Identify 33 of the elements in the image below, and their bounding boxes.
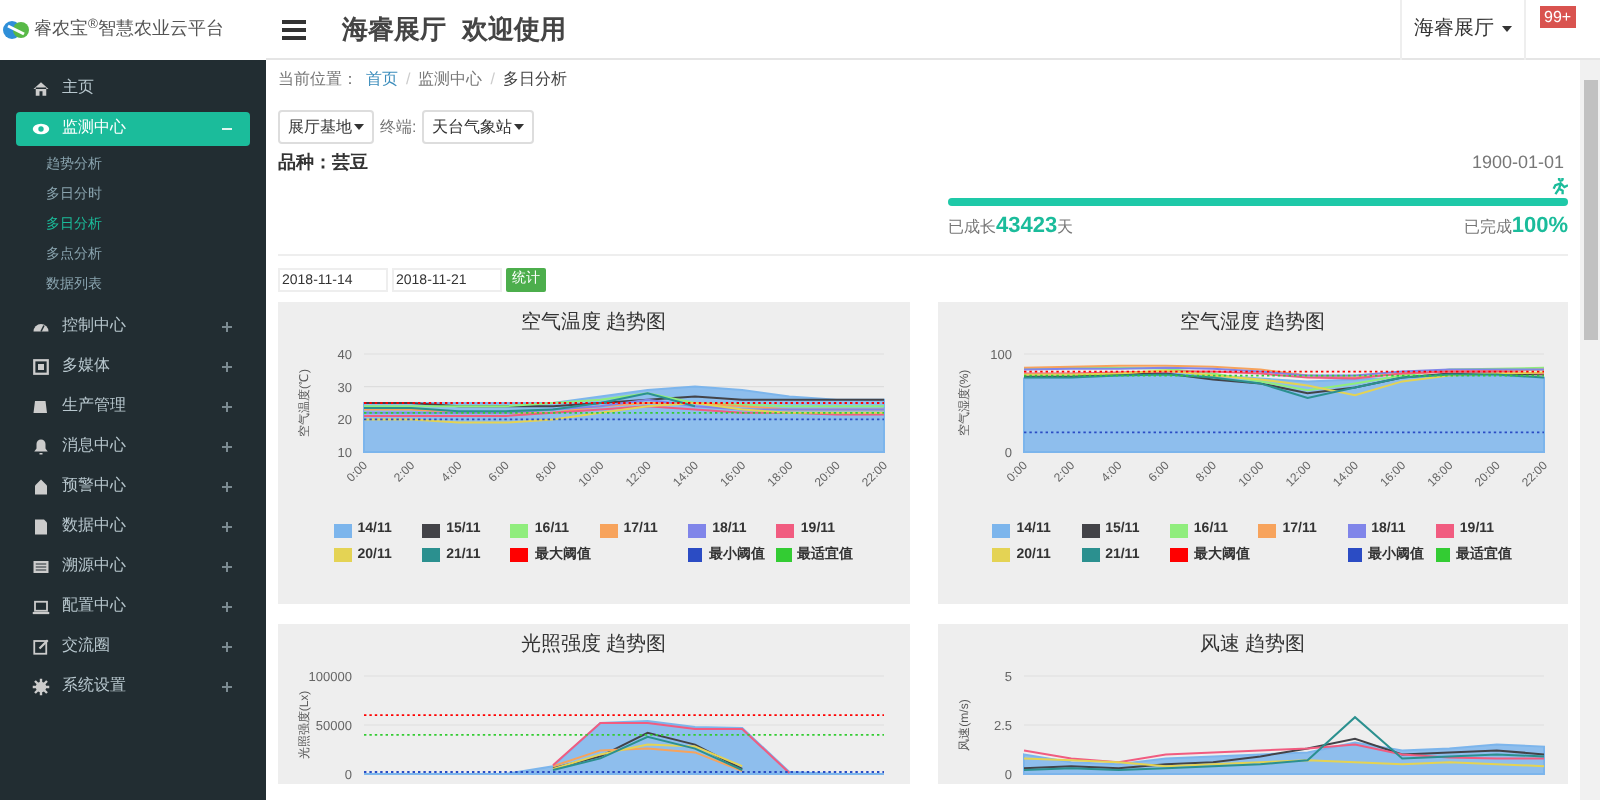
sidebar-item[interactable]: 控制中心 xyxy=(16,309,250,343)
sidebar-item[interactable]: 生产管理 xyxy=(16,389,250,423)
breadcrumb-item: 监测中心 xyxy=(418,67,483,91)
breadcrumb-label: 当前位置： xyxy=(278,67,358,91)
notification-badge[interactable]: 99+ xyxy=(1540,5,1576,27)
sidebar-item[interactable]: 多媒体 xyxy=(16,349,250,383)
date-text: 1900-01-01 xyxy=(1471,150,1564,176)
sidebar-item[interactable]: 溯源中心 xyxy=(16,549,250,583)
sidebar-item[interactable]: 消息中心 xyxy=(16,429,250,463)
sidebar-item[interactable]: 配置中心 xyxy=(16,589,250,623)
chart-title: 空气温度 趋势图 xyxy=(520,309,667,336)
sidebar-item[interactable]: 交流圈 xyxy=(16,629,250,663)
breadcrumb-item: 多日分析 xyxy=(502,67,567,91)
terminal-dropdown[interactable]: 天台气象站 xyxy=(422,110,535,144)
sidebar-item[interactable]: 数据中心 xyxy=(16,509,250,543)
welcome-text: 欢迎使用 xyxy=(462,11,566,48)
sidebar-item[interactable]: 预警中心 xyxy=(16,469,250,503)
completion-text: 已完成100% xyxy=(1463,211,1568,241)
terminal-label: 终端: xyxy=(380,115,417,139)
chart-title: 空气湿度 趋势图 xyxy=(1179,309,1326,336)
chart-title: 光照强度 趋势图 xyxy=(520,631,667,658)
sidebar-item[interactable]: 系统设置 xyxy=(16,669,250,703)
logo-text: 睿农宝$^{®}$智慧农业云平台 xyxy=(34,16,224,43)
growth-days-text: 已成长43423天 xyxy=(948,211,1074,241)
breadcrumb-separator: / xyxy=(490,67,495,91)
base-dropdown[interactable]: 展厅基地 xyxy=(278,110,374,144)
breadcrumb-link[interactable]: 首页 xyxy=(366,67,398,91)
variety-label: 品种：芸豆 xyxy=(278,150,368,176)
breadcrumb-separator: / xyxy=(406,67,411,91)
sidebar-item[interactable]: 主页 xyxy=(16,71,250,105)
header-title: 海睿展厅 xyxy=(342,11,446,48)
user-menu[interactable]: 海睿展厅 xyxy=(1400,0,1524,59)
chart-title: 风速 趋势图 xyxy=(1199,631,1306,658)
